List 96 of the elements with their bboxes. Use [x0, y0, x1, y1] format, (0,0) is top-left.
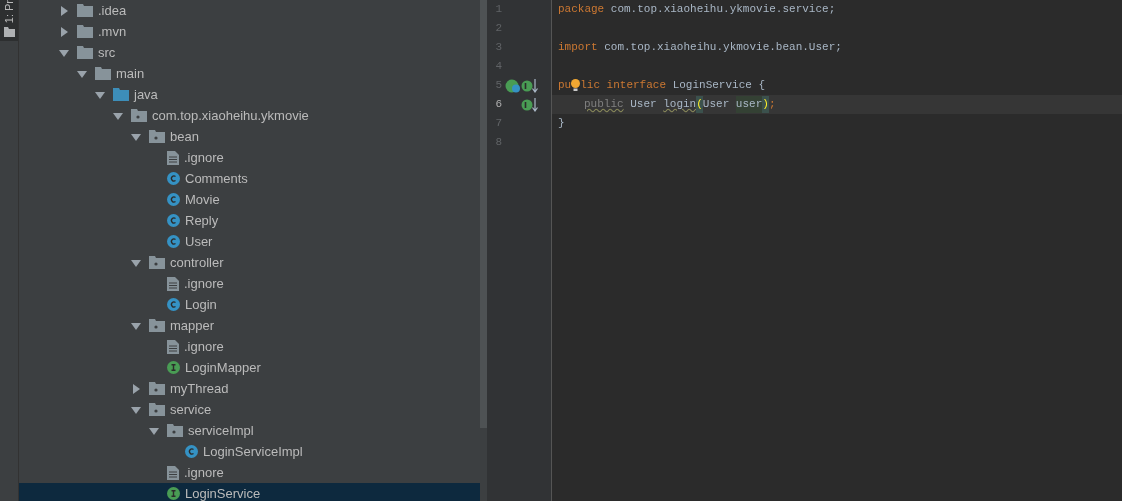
text-file-icon: [167, 465, 179, 480]
tree-item[interactable]: service: [19, 399, 480, 420]
tree-item-label: .ignore: [184, 337, 224, 356]
tree-item[interactable]: bean: [19, 126, 480, 147]
expanded-arrow-icon[interactable]: [131, 131, 141, 142]
package-folder-icon: [149, 256, 165, 269]
class-icon: [167, 235, 180, 248]
tree-item-label: bean: [170, 127, 199, 146]
project-tool-tab[interactable]: 1: Pr: [0, 0, 18, 42]
class-icon: [167, 214, 180, 227]
tree-item[interactable]: main: [19, 63, 480, 84]
tree-item[interactable]: LoginService: [19, 483, 480, 501]
tree-item-label: service: [170, 400, 212, 419]
expanded-arrow-icon[interactable]: [59, 47, 69, 58]
tree-item-label: LoginService: [185, 484, 261, 501]
tree-item-label: .mvn: [98, 22, 127, 41]
expanded-arrow-icon[interactable]: [131, 320, 141, 331]
tree-item[interactable]: User: [19, 231, 480, 252]
tree-item-label: myThread: [170, 379, 229, 398]
tree-item[interactable]: Login: [19, 294, 480, 315]
interface-down-arrow-icon[interactable]: [521, 78, 538, 93]
tree-item-label: User: [185, 232, 213, 251]
code-line: }: [557, 116, 566, 132]
folder-icon: [77, 46, 93, 59]
tree-item-label: Movie: [185, 190, 220, 209]
text-file-icon: [167, 150, 179, 165]
package-folder-icon: [149, 403, 165, 416]
code-line: import com.top.xiaoheihu.ykmovie.bean.User;: [557, 40, 843, 56]
expanded-arrow-icon[interactable]: [131, 257, 141, 268]
code-line: pu lic interface LoginService {: [557, 78, 767, 94]
implemented-marker-icon[interactable]: [505, 78, 521, 93]
folder-icon: [3, 27, 15, 38]
folder-icon: [77, 4, 93, 17]
tree-item-label: Comments: [185, 169, 248, 188]
package-folder-icon: [149, 382, 165, 395]
expanded-arrow-icon[interactable]: [149, 425, 159, 436]
tree-item-label: serviceImpl: [188, 421, 254, 440]
class-icon: [185, 445, 198, 458]
collapsed-arrow-icon[interactable]: [59, 26, 69, 37]
tree-item[interactable]: LoginServiceImpl: [19, 441, 480, 462]
tree-item-label: Login: [185, 295, 217, 314]
tree-item-label: com.top.xiaoheihu.ykmovie: [152, 106, 309, 125]
expanded-arrow-icon[interactable]: [77, 68, 87, 79]
tree-item[interactable]: java: [19, 84, 480, 105]
interface-icon: [167, 487, 180, 500]
tree-item[interactable]: .idea: [19, 0, 480, 21]
tree-item[interactable]: LoginMapper: [19, 357, 480, 378]
tree-item-label: LoginMapper: [185, 358, 261, 377]
folder-icon: [77, 25, 93, 38]
tree-item[interactable]: mapper: [19, 315, 480, 336]
tree-item-label: LoginServiceImpl: [203, 442, 303, 461]
package-folder-icon: [167, 424, 183, 437]
line-number: 6: [494, 97, 502, 113]
collapsed-arrow-icon[interactable]: [131, 383, 141, 394]
tree-item-label: Reply: [185, 211, 219, 230]
tree-item[interactable]: com.top.xiaoheihu.ykmovie: [19, 105, 480, 126]
tree-item-label: src: [98, 43, 116, 62]
tree-item[interactable]: Comments: [19, 168, 480, 189]
tree-item[interactable]: .ignore: [19, 273, 480, 294]
class-icon: [167, 193, 180, 206]
text-file-icon: [167, 276, 179, 291]
package-folder-icon: [149, 319, 165, 332]
class-icon: [167, 298, 180, 311]
expanded-arrow-icon[interactable]: [113, 110, 123, 121]
interface-icon: [167, 361, 180, 374]
tree-item-label: .ignore: [184, 463, 224, 482]
lightbulb-icon[interactable]: [571, 79, 581, 92]
tree-item[interactable]: src: [19, 42, 480, 63]
tree-item[interactable]: serviceImpl: [19, 420, 480, 441]
tree-item-label: .idea: [98, 1, 127, 20]
collapsed-arrow-icon[interactable]: [59, 5, 69, 16]
tree-item[interactable]: Reply: [19, 210, 480, 231]
tree-item[interactable]: .ignore: [19, 462, 480, 483]
interface-down-arrow-icon[interactable]: [521, 97, 538, 112]
code-line: package com.top.xiaoheihu.ykmovie.service;: [557, 2, 837, 18]
class-icon: [167, 172, 180, 185]
package-folder-icon: [131, 109, 147, 122]
tree-item-label: java: [134, 85, 158, 104]
tree-item[interactable]: .mvn: [19, 21, 480, 42]
tree-item-label: main: [116, 64, 145, 83]
tree-item[interactable]: Movie: [19, 189, 480, 210]
expanded-arrow-icon[interactable]: [131, 404, 141, 415]
folder-icon: [95, 67, 111, 80]
scrollbar-thumb[interactable]: [480, 0, 487, 428]
tree-item[interactable]: .ignore: [19, 147, 480, 168]
package-folder-icon: [149, 130, 165, 143]
tree-item-label: controller: [170, 253, 224, 272]
tree-item[interactable]: myThread: [19, 378, 480, 399]
tree-item-label: .ignore: [184, 274, 224, 293]
tree-item-label: mapper: [170, 316, 215, 335]
folder-icon: [113, 88, 129, 101]
tree-item[interactable]: .ignore: [19, 336, 480, 357]
tree-item-label: .ignore: [184, 148, 224, 167]
text-file-icon: [167, 339, 179, 354]
tree-item[interactable]: controller: [19, 252, 480, 273]
expanded-arrow-icon[interactable]: [95, 89, 105, 100]
